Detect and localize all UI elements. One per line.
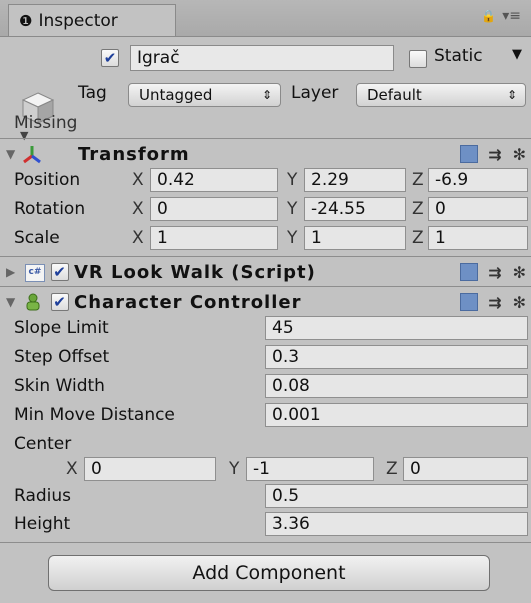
rotation-z-field[interactable]: 0	[428, 197, 528, 221]
position-y-field[interactable]: 2.29	[304, 168, 406, 192]
csharp-script-icon: c#	[25, 264, 45, 282]
transform-title: Transform	[78, 143, 190, 165]
axis-y-label[interactable]: Y	[287, 170, 297, 190]
layer-label: Layer	[291, 83, 339, 103]
skin-width-label: Skin Width	[14, 376, 105, 396]
height-label: Height	[14, 514, 71, 534]
layer-dropdown-arrow-icon: ⇕	[506, 88, 517, 102]
static-dropdown-arrow-icon[interactable]: ▼	[512, 47, 522, 62]
static-label: Static	[434, 46, 483, 66]
center-z-field[interactable]: 0	[403, 457, 528, 481]
help-book-icon[interactable]	[460, 263, 479, 281]
vr-look-walk-title: VR Look Walk (Script)	[74, 261, 316, 283]
position-x-field[interactable]: 0.42	[150, 168, 278, 192]
scale-z-field[interactable]: 1	[428, 226, 528, 250]
center-label: Center	[14, 434, 72, 454]
step-offset-field[interactable]: 0.3	[265, 345, 528, 369]
min-move-distance-label: Min Move Distance	[14, 405, 175, 425]
radius-field[interactable]: 0.5	[265, 484, 528, 508]
axis-z-label[interactable]: Z	[412, 170, 424, 190]
preset-sliders-icon[interactable]: ⇉	[488, 263, 502, 282]
vr-look-walk-header[interactable]: ▶ c# ✔ VR Look Walk (Script) ⇉ ✻	[0, 258, 531, 286]
gear-icon[interactable]: ✻	[513, 145, 527, 164]
foldout-arrow-icon[interactable]: ▶	[6, 265, 16, 279]
layer-dropdown[interactable]: Default ⇕	[356, 83, 526, 107]
layer-value: Default	[367, 86, 422, 104]
object-name-field[interactable]: Igrač	[130, 45, 394, 71]
axis-z-label[interactable]: Z	[412, 199, 424, 219]
gear-icon[interactable]: ✻	[513, 293, 527, 312]
divider	[0, 138, 531, 139]
tab-inspector[interactable]: ❶ Inspector	[8, 4, 176, 36]
divider	[0, 542, 531, 543]
lock-icon[interactable]: 🔒	[481, 9, 496, 23]
rotation-x-field[interactable]: 0	[150, 197, 278, 221]
position-label: Position	[14, 170, 81, 190]
character-controller-icon	[26, 293, 40, 311]
slope-limit-label: Slope Limit	[14, 318, 109, 338]
character-controller-title: Character Controller	[74, 291, 302, 313]
divider	[0, 256, 531, 257]
tab-label: Inspector	[38, 10, 118, 31]
divider	[0, 286, 531, 287]
axis-x-label[interactable]: X	[66, 459, 78, 479]
axis-y-label[interactable]: Y	[287, 199, 297, 219]
slope-limit-field[interactable]: 45	[265, 316, 528, 340]
add-component-button[interactable]: Add Component	[48, 555, 490, 591]
foldout-arrow-icon[interactable]: ▼	[6, 147, 16, 161]
active-checkbox[interactable]: ✔	[101, 49, 119, 67]
axis-y-label[interactable]: Y	[229, 459, 239, 479]
missing-prefab-label: Missing	[14, 113, 78, 133]
position-z-field[interactable]: -6.9	[428, 168, 528, 192]
help-book-icon[interactable]	[460, 145, 479, 163]
axis-x-label[interactable]: X	[132, 170, 144, 190]
character-controller-enabled-checkbox[interactable]: ✔	[51, 293, 69, 311]
height-field[interactable]: 3.36	[265, 512, 528, 536]
min-move-distance-field[interactable]: 0.001	[265, 403, 528, 427]
axis-y-label[interactable]: Y	[287, 228, 297, 248]
gear-icon[interactable]: ✻	[513, 263, 527, 282]
skin-width-field[interactable]: 0.08	[265, 374, 528, 398]
scale-y-field[interactable]: 1	[304, 226, 406, 250]
axis-x-label[interactable]: X	[132, 228, 144, 248]
axis-x-label[interactable]: X	[132, 199, 144, 219]
axis-z-label[interactable]: Z	[412, 228, 424, 248]
tag-value: Untagged	[139, 86, 213, 104]
radius-label: Radius	[14, 486, 72, 506]
scale-x-field[interactable]: 1	[150, 226, 278, 250]
preset-sliders-icon[interactable]: ⇉	[488, 145, 502, 164]
inspector-tab-bar: ❶ Inspector 🔒 ▾≡	[0, 0, 531, 37]
center-y-field[interactable]: -1	[246, 457, 374, 481]
static-checkbox[interactable]	[409, 50, 427, 68]
tag-label: Tag	[78, 83, 107, 103]
scale-label: Scale	[14, 228, 60, 248]
character-controller-header[interactable]: ▼ ✔ Character Controller ⇉ ✻	[0, 288, 531, 316]
preset-sliders-icon[interactable]: ⇉	[488, 293, 502, 312]
rotation-label: Rotation	[14, 199, 86, 219]
tag-dropdown[interactable]: Untagged ⇕	[128, 83, 281, 107]
info-icon: ❶	[19, 11, 33, 30]
foldout-arrow-icon[interactable]: ▼	[6, 295, 16, 309]
transform-header[interactable]: ▼ Transform ⇉ ✻	[0, 140, 531, 168]
transform-axes-icon	[23, 146, 41, 164]
tab-menu-icon[interactable]: ▾≡	[502, 8, 521, 24]
step-offset-label: Step Offset	[14, 347, 110, 367]
axis-z-label[interactable]: Z	[386, 459, 398, 479]
vr-look-walk-enabled-checkbox[interactable]: ✔	[51, 263, 69, 281]
center-x-field[interactable]: 0	[84, 457, 216, 481]
tag-dropdown-arrow-icon: ⇕	[261, 88, 272, 102]
help-book-icon[interactable]	[460, 293, 479, 311]
rotation-y-field[interactable]: -24.55	[304, 197, 406, 221]
